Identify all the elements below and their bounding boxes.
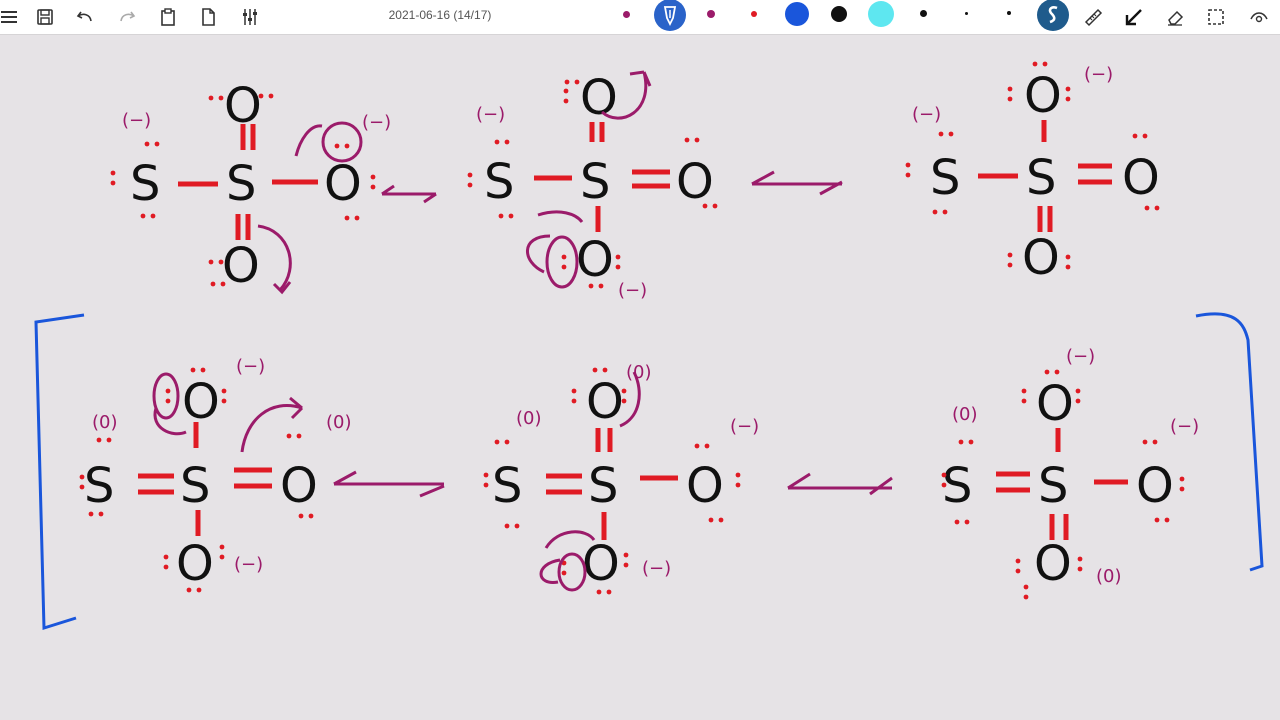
color-dot-magenta[interactable] (707, 10, 715, 18)
color-dot-mini-black[interactable] (1007, 11, 1011, 15)
charge-label: (0) (626, 362, 652, 383)
menu-icon[interactable] (0, 2, 24, 32)
structure-row1-b: S S O O O (−) (−) (467, 70, 843, 301)
resonance-drawing: S S O O O (−) (−) S S O O O (−) (−) S S … (34, 61, 1264, 631)
atom-o: O (686, 458, 724, 514)
structure-row2-a: S S O O O (0) (−) (0) (−) (79, 356, 445, 593)
atom-o: O (222, 238, 260, 294)
atom-s: S (942, 458, 972, 514)
atom-s: S (930, 150, 960, 206)
save-icon[interactable] (30, 2, 60, 32)
color-dot-cyan[interactable] (868, 1, 894, 27)
atom-o: O (182, 374, 220, 430)
charge-label: (0) (516, 408, 542, 429)
select-arrow-icon[interactable] (1119, 2, 1149, 32)
atom-o: O (582, 536, 620, 592)
charge-label: (−) (912, 104, 941, 125)
atom-s: S (1026, 150, 1056, 206)
atom-o: O (280, 458, 318, 514)
charge-label: (0) (952, 404, 978, 425)
text-icon[interactable] (1036, 0, 1070, 32)
atom-o: O (576, 232, 614, 288)
atom-s: S (492, 458, 522, 514)
charge-label: (−) (234, 554, 263, 575)
structure-row1-c: S S O O O (−) (−) (905, 61, 1160, 286)
atom-o: O (324, 156, 362, 212)
pen-tool-icon[interactable] (653, 0, 687, 32)
color-dot-black[interactable] (831, 6, 847, 22)
charge-label: (−) (1084, 64, 1113, 85)
undo-icon[interactable] (70, 2, 100, 32)
right-bracket (1195, 312, 1264, 572)
color-dot-tiny-black[interactable] (965, 12, 968, 15)
lasso-icon[interactable] (1201, 2, 1231, 32)
color-dot-blue[interactable] (785, 2, 809, 26)
charge-label: (0) (1096, 566, 1122, 587)
date-page-label: 2021-06-16 (14/17) (388, 8, 492, 22)
structure-row2-c: S S O O O (0) (−) (−) (0) (941, 346, 1199, 600)
color-dot-purple[interactable] (623, 11, 630, 18)
structure-row2-b: S S O O O (0) (0) (−) (−) (483, 362, 893, 595)
color-dot-small-black[interactable] (920, 10, 927, 17)
atom-o: O (1022, 230, 1060, 286)
charge-label: (−) (1170, 416, 1199, 437)
charge-label: (−) (642, 558, 671, 579)
eye-icon[interactable] (1244, 2, 1274, 32)
atom-s: S (226, 156, 256, 212)
atom-o: O (676, 154, 714, 210)
drawing-canvas[interactable]: S S O O O (−) (−) S S O O O (−) (−) S S … (0, 35, 1280, 720)
charge-label: (−) (236, 356, 265, 377)
atom-s: S (580, 154, 610, 210)
atom-o: O (1036, 376, 1074, 432)
atom-s: S (1038, 458, 1068, 514)
atom-s: S (180, 458, 210, 514)
ruler-icon[interactable] (1078, 2, 1108, 32)
eraser-icon[interactable] (1160, 2, 1190, 32)
atom-o: O (1024, 68, 1062, 124)
settings-sliders-icon[interactable] (235, 2, 265, 32)
charge-label: (−) (1066, 346, 1095, 367)
atom-o: O (586, 374, 624, 430)
atom-s: S (84, 458, 114, 514)
charge-label: (−) (476, 104, 505, 125)
atom-o: O (1136, 458, 1174, 514)
redo-icon[interactable] (112, 2, 142, 32)
atom-o: O (1034, 536, 1072, 592)
charge-label: (−) (730, 416, 759, 437)
charge-label: (0) (92, 412, 118, 433)
atom-o: O (176, 536, 214, 592)
color-dot-red[interactable] (751, 11, 757, 17)
atom-o: O (1122, 150, 1160, 206)
charge-label: (−) (122, 110, 151, 131)
charge-label: (−) (362, 112, 391, 133)
page-icon[interactable] (193, 2, 223, 32)
atom-s: S (130, 156, 160, 212)
charge-label: (−) (618, 280, 647, 301)
charge-label: (0) (326, 412, 352, 433)
atom-s: S (484, 154, 514, 210)
structure-row1-a: S S O O O (−) (−) (110, 78, 437, 295)
atom-s: S (588, 458, 618, 514)
toolbar: 2021-06-16 (14/17) (0, 0, 1280, 35)
paste-icon[interactable] (153, 2, 183, 32)
left-bracket (34, 313, 85, 631)
